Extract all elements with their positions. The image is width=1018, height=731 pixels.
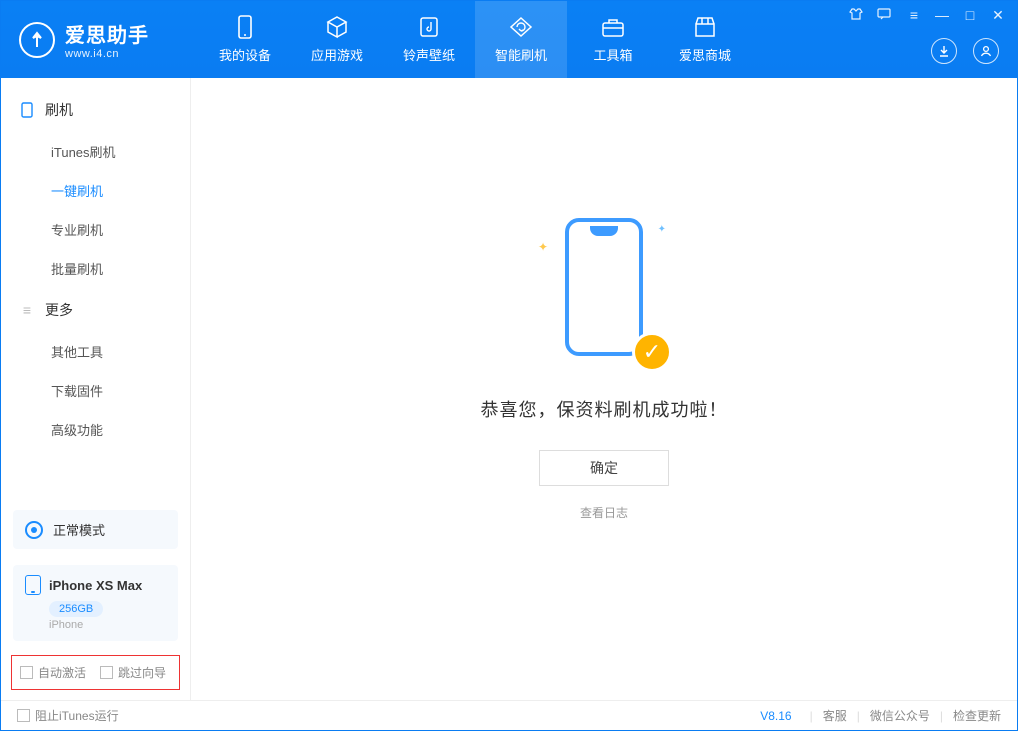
nav-label: 我的设备 xyxy=(219,45,271,64)
view-log-link[interactable]: 查看日志 xyxy=(580,504,628,521)
download-icon[interactable] xyxy=(931,38,957,64)
device-capacity: 256GB xyxy=(49,601,103,617)
header-actions xyxy=(931,38,999,64)
device-icon xyxy=(233,15,257,39)
nav-ringtone-wallpaper[interactable]: 铃声壁纸 xyxy=(383,1,475,78)
app-header: 爱思助手 www.i4.cn 我的设备 应用游戏 铃声壁纸 智能刷机 工具箱 爱… xyxy=(1,1,1017,78)
mode-label: 正常模式 xyxy=(53,520,105,539)
nav-toolbox[interactable]: 工具箱 xyxy=(567,1,659,78)
device-mode-card[interactable]: 正常模式 xyxy=(13,510,178,549)
sidebar: 刷机 iTunes刷机 一键刷机 专业刷机 批量刷机 ≡ 更多 其他工具 下载固… xyxy=(1,78,191,700)
cube-icon xyxy=(325,15,349,39)
success-illustration: ✦ ✦ ✓ xyxy=(544,218,664,368)
checkbox-label: 跳过向导 xyxy=(118,664,166,681)
device-subtype: iPhone xyxy=(49,619,166,631)
menu-icon[interactable]: ≡ xyxy=(905,7,923,24)
mode-indicator-icon xyxy=(25,521,43,539)
version-label: V8.16 xyxy=(760,709,791,723)
checkbox-label: 阻止iTunes运行 xyxy=(35,707,119,724)
checkbox-block-itunes[interactable]: 阻止iTunes运行 xyxy=(17,707,119,724)
footer-link-wechat[interactable]: 微信公众号 xyxy=(870,707,930,724)
music-icon xyxy=(417,15,441,39)
checkbox-label: 自动激活 xyxy=(38,664,86,681)
device-name: iPhone XS Max xyxy=(49,578,142,593)
check-badge-icon: ✓ xyxy=(632,332,672,372)
window-controls: ≡ — □ ✕ xyxy=(849,7,1007,24)
nav-smart-flash[interactable]: 智能刷机 xyxy=(475,1,567,78)
app-domain: www.i4.cn xyxy=(65,48,149,60)
nav-label: 爱思商城 xyxy=(679,45,731,64)
footer-link-support[interactable]: 客服 xyxy=(823,707,847,724)
sidebar-item-oneclick-flash[interactable]: 一键刷机 xyxy=(1,171,190,210)
phone-illustration-icon xyxy=(565,218,643,356)
phone-icon xyxy=(25,575,41,595)
top-nav: 我的设备 应用游戏 铃声壁纸 智能刷机 工具箱 爱思商城 xyxy=(199,1,751,78)
logo: 爱思助手 www.i4.cn xyxy=(19,19,189,60)
checkbox-box-icon xyxy=(20,666,33,679)
nav-label: 工具箱 xyxy=(593,45,632,64)
list-icon: ≡ xyxy=(19,302,35,318)
refresh-icon xyxy=(509,15,533,39)
maximize-button[interactable]: □ xyxy=(961,7,979,24)
ok-button[interactable]: 确定 xyxy=(539,450,669,486)
footer-link-update[interactable]: 检查更新 xyxy=(953,707,1001,724)
app-name: 爱思助手 xyxy=(65,19,149,48)
nav-apps-games[interactable]: 应用游戏 xyxy=(291,1,383,78)
feedback-icon[interactable] xyxy=(877,7,895,24)
checkbox-auto-activate[interactable]: 自动激活 xyxy=(20,664,86,681)
minimize-button[interactable]: — xyxy=(933,7,951,24)
device-info-card[interactable]: iPhone XS Max 256GB iPhone xyxy=(13,565,178,641)
sidebar-item-download-firmware[interactable]: 下载固件 xyxy=(1,371,190,410)
nav-label: 智能刷机 xyxy=(495,45,547,64)
sidebar-section-more: ≡ 更多 xyxy=(1,288,190,332)
success-message: 恭喜您，保资料刷机成功啦！ xyxy=(481,396,728,422)
checkbox-skip-guide[interactable]: 跳过向导 xyxy=(100,664,166,681)
status-bar: 阻止iTunes运行 V8.16 | 客服 | 微信公众号 | 检查更新 xyxy=(1,700,1017,730)
sparkle-icon: ✦ xyxy=(538,240,548,254)
sparkle-icon: ✦ xyxy=(658,224,666,235)
section-label: 更多 xyxy=(45,300,73,320)
sidebar-section-flash: 刷机 xyxy=(1,88,190,132)
checkbox-box-icon xyxy=(100,666,113,679)
sidebar-item-itunes-flash[interactable]: iTunes刷机 xyxy=(1,132,190,171)
nav-label: 应用游戏 xyxy=(311,45,363,64)
skin-icon[interactable] xyxy=(849,7,867,24)
nav-label: 铃声壁纸 xyxy=(403,45,455,64)
logo-icon xyxy=(19,22,55,58)
user-icon[interactable] xyxy=(973,38,999,64)
checkbox-box-icon xyxy=(17,709,30,722)
nav-my-device[interactable]: 我的设备 xyxy=(199,1,291,78)
flash-options-highlight: 自动激活 跳过向导 xyxy=(11,655,180,690)
phone-outline-icon xyxy=(19,102,35,118)
sidebar-item-other-tools[interactable]: 其他工具 xyxy=(1,332,190,371)
close-button[interactable]: ✕ xyxy=(989,7,1007,24)
main-content: ✦ ✦ ✓ 恭喜您，保资料刷机成功啦！ 确定 查看日志 xyxy=(191,78,1017,700)
sidebar-item-batch-flash[interactable]: 批量刷机 xyxy=(1,249,190,288)
sidebar-item-advanced[interactable]: 高级功能 xyxy=(1,410,190,449)
shop-icon xyxy=(693,15,717,39)
sidebar-item-pro-flash[interactable]: 专业刷机 xyxy=(1,210,190,249)
toolbox-icon xyxy=(601,15,625,39)
section-label: 刷机 xyxy=(45,100,73,120)
nav-shop[interactable]: 爱思商城 xyxy=(659,1,751,78)
